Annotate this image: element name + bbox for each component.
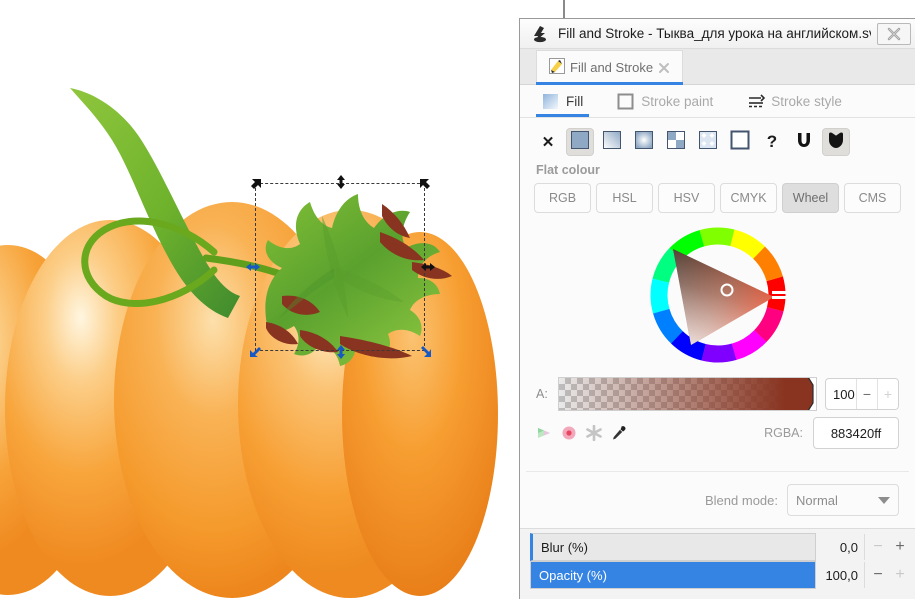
rgba-row[interactable]: RGBA: 883420ff (520, 411, 915, 449)
scale-handle-w[interactable] (245, 259, 261, 275)
alpha-label: A: (536, 387, 548, 401)
blend-mode-select[interactable]: Normal (787, 484, 899, 516)
paint-type-set[interactable] (822, 128, 850, 156)
swatch-icon (698, 130, 718, 155)
tab-stroke-paint[interactable]: Stroke paint (615, 85, 715, 117)
rgba-label: RGBA: (764, 426, 803, 440)
blur-increment-button[interactable]: + (889, 538, 911, 556)
x-icon: ✕ (541, 133, 555, 151)
divider (864, 562, 865, 588)
paint-type-pattern[interactable] (662, 128, 690, 156)
rgba-input[interactable]: 883420ff (813, 417, 899, 449)
colour-tools[interactable] (536, 425, 627, 441)
paint-type-swatch[interactable] (694, 128, 722, 156)
tab-stroke-style[interactable]: Stroke style (745, 85, 844, 117)
colour-mode-hsv[interactable]: HSV (658, 183, 715, 213)
blend-mode-value: Normal (796, 492, 838, 508)
colour-mode-row[interactable]: RGB HSL HSV CMYK Wheel CMS (520, 181, 915, 213)
paint-type-radial-gradient[interactable] (630, 128, 658, 156)
dock-tab-fill-and-stroke[interactable]: Fill and Stroke (536, 50, 684, 85)
tab-fill[interactable]: Fill (535, 85, 590, 117)
scale-handle-n[interactable] (333, 174, 349, 190)
inkscape-icon (530, 24, 550, 44)
opacity-decrement-button[interactable]: − (867, 566, 889, 584)
paint-type-no-paint[interactable]: ✕ (534, 128, 562, 156)
blur-decrement-button[interactable]: − (867, 538, 889, 556)
eyedropper-icon[interactable] (611, 425, 627, 441)
alpha-slider-handle[interactable] (807, 378, 816, 410)
fill-stroke-panel: Fill Stroke paint Stroke style ✕ ? Flat … (520, 85, 915, 599)
gradient-tool-icon[interactable] (536, 425, 552, 441)
rotate-handle-ne[interactable] (417, 176, 433, 192)
colour-mode-rgb[interactable]: RGB (534, 183, 591, 213)
paint-type-question[interactable]: ? (758, 128, 786, 156)
alpha-decrement-button[interactable]: − (856, 379, 877, 409)
blend-mode-row[interactable]: Blend mode: Normal (520, 472, 915, 516)
snowflake-icon[interactable] (586, 425, 602, 441)
scale-handle-e[interactable] (420, 259, 436, 275)
opacity-slider-label: Opacity (%) (539, 567, 607, 583)
unset-paint-icon (794, 130, 814, 155)
colour-wheel-area[interactable] (520, 213, 915, 373)
opacity-slider-row[interactable]: Opacity (%) 100,0 − + (520, 561, 915, 589)
paint-type-label: Flat colour (536, 163, 600, 177)
paint-type-unset[interactable] (790, 128, 818, 156)
paint-type-unknown-paint[interactable] (726, 128, 754, 156)
blur-slider-row[interactable]: Blur (%) 0,0 − + (520, 533, 915, 561)
divider (864, 534, 865, 560)
blur-slider-track[interactable]: Blur (%) (530, 533, 816, 561)
paint-type-row[interactable]: ✕ ? (520, 118, 915, 158)
alpha-increment-button[interactable]: + (877, 379, 898, 409)
paint-type-linear-gradient[interactable] (598, 128, 626, 156)
scale-handle-s[interactable] (333, 344, 349, 360)
rotate-handle-nw[interactable] (248, 176, 264, 192)
stroke-paint-icon (617, 93, 634, 110)
opacity-increment-button[interactable]: + (889, 566, 911, 584)
dialog-title: Fill and Stroke - Тыква_для урока на анг… (558, 26, 871, 41)
fill-and-stroke-icon (549, 58, 565, 77)
opacity-slider-track[interactable]: Opacity (%) (530, 561, 816, 589)
unknown-paint-icon (730, 130, 750, 155)
dock-tab-strip[interactable]: Fill and Stroke (520, 49, 915, 85)
colour-mode-hsl[interactable]: HSL (596, 183, 653, 213)
fill-stroke-tab-strip[interactable]: Fill Stroke paint Stroke style (520, 85, 915, 118)
tab-stroke-style-label: Stroke style (771, 93, 842, 109)
tab-fill-label: Fill (566, 93, 584, 109)
opacity-value: 100,0 (825, 567, 858, 583)
pattern-icon (666, 130, 686, 155)
flat-colour-icon (570, 130, 590, 155)
close-icon[interactable] (658, 62, 670, 74)
blur-value: 0,0 (839, 539, 858, 555)
alpha-row[interactable]: A: 100 − + (520, 373, 915, 411)
chevron-down-icon (878, 496, 890, 504)
colour-target-icon[interactable] (561, 425, 577, 441)
dock-tab-label: Fill and Stroke (570, 60, 654, 75)
fill-and-stroke-dialog[interactable]: Fill and Stroke - Тыква_для урока на анг… (519, 18, 915, 599)
linear-gradient-icon (602, 130, 622, 155)
question-icon: ? (766, 132, 778, 151)
colour-mode-cmyk[interactable]: CMYK (720, 183, 777, 213)
alpha-slider[interactable] (558, 377, 817, 411)
close-button[interactable] (877, 22, 911, 45)
alpha-spinbox[interactable]: 100 − + (825, 378, 899, 410)
resize-guide-line (563, 0, 565, 20)
blur-slider-label: Blur (%) (541, 539, 588, 555)
colour-mode-wheel[interactable]: Wheel (782, 183, 839, 213)
bottom-sliders[interactable]: Blur (%) 0,0 − + Opacity (%) 100,0 − + (520, 528, 915, 599)
paint-type-flat-colour[interactable] (566, 128, 594, 156)
dialog-titlebar[interactable]: Fill and Stroke - Тыква_для урока на анг… (520, 19, 915, 49)
tab-stroke-paint-label: Stroke paint (641, 93, 714, 109)
colour-wheel[interactable] (648, 225, 788, 365)
stroke-style-icon (747, 93, 766, 110)
scale-handle-se[interactable] (417, 343, 433, 359)
fill-swatch-icon (542, 93, 559, 110)
blend-mode-label: Blend mode: (705, 492, 778, 508)
set-paint-icon (826, 130, 846, 155)
radial-gradient-icon (634, 130, 654, 155)
scale-handle-sw[interactable] (248, 343, 264, 359)
colour-mode-cms[interactable]: CMS (844, 183, 901, 213)
alpha-value[interactable]: 100 (826, 379, 856, 409)
